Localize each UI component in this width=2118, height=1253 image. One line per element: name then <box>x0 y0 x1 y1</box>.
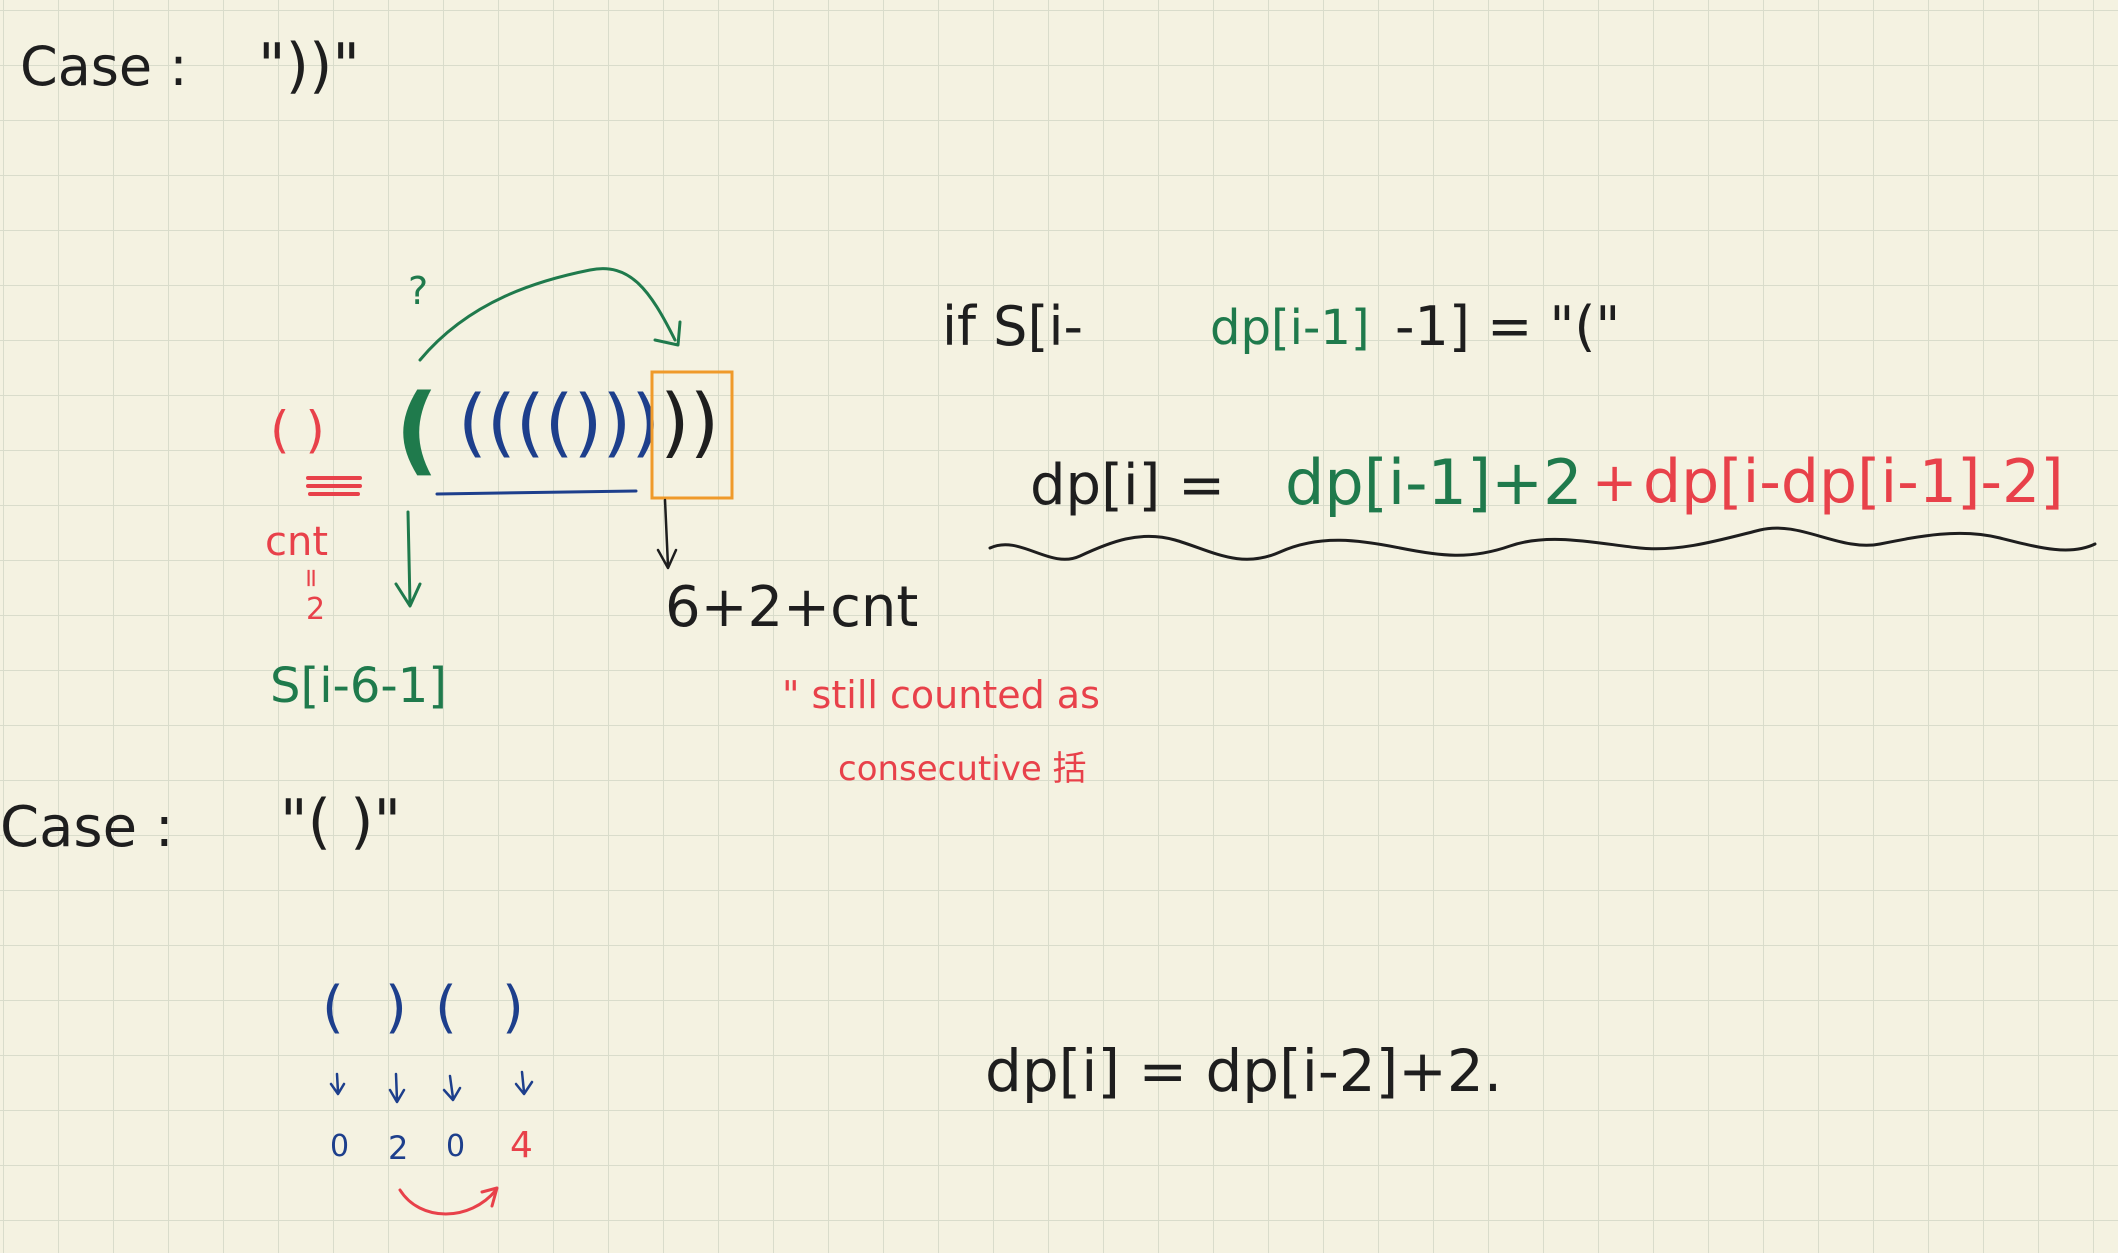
blue-underline <box>435 489 638 496</box>
notebook-canvas: Case : "))" ? ( (((())) )) ( ) cnt = 2 S… <box>0 0 2118 1253</box>
case2-arrow-3 <box>442 1074 462 1102</box>
orange-box <box>650 370 734 500</box>
red-curve-arrow <box>398 1188 498 1216</box>
black-arrow-down <box>656 498 678 570</box>
green-arc <box>418 267 677 362</box>
wavy-underline <box>988 526 2097 561</box>
case2-arrow-1 <box>329 1072 346 1096</box>
case2-arrow-4 <box>514 1070 534 1096</box>
red-equal-marks <box>306 476 362 496</box>
case2-arrow-2 <box>388 1072 406 1104</box>
green-arrow-down <box>394 510 422 608</box>
ink-strokes <box>306 267 2097 1216</box>
